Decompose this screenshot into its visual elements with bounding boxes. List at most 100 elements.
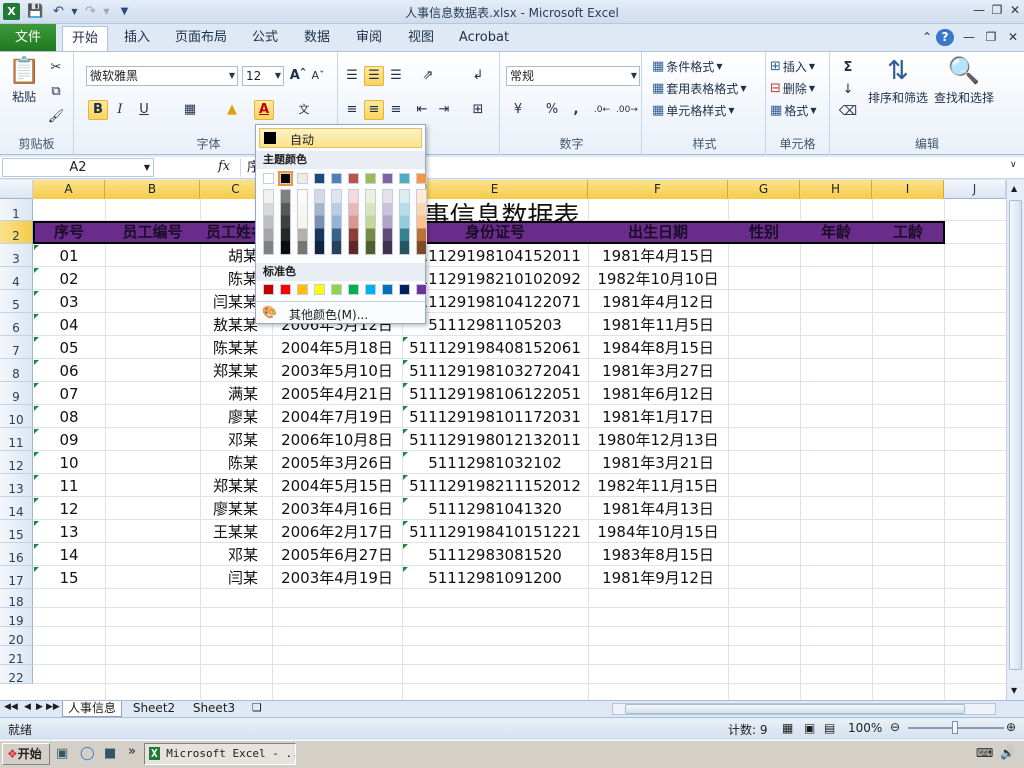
- page-layout-view-icon[interactable]: ▣: [804, 721, 815, 735]
- table-cell[interactable]: 04: [33, 313, 105, 336]
- increase-decimal-icon[interactable]: .0←: [592, 100, 612, 120]
- table-cell[interactable]: 邓某: [200, 543, 272, 566]
- table-cell[interactable]: [105, 497, 200, 520]
- cut-icon[interactable]: ✂: [46, 58, 66, 78]
- error-indicator-icon[interactable]: [34, 567, 39, 572]
- theme-color-swatch[interactable]: [399, 173, 410, 184]
- bold-icon[interactable]: B: [88, 100, 108, 120]
- copy-icon[interactable]: ⧉: [46, 82, 66, 102]
- close-icon[interactable]: ✕: [1006, 2, 1024, 19]
- workbook-minimize-icon[interactable]: —: [960, 29, 978, 46]
- row-header-11[interactable]: 11: [0, 428, 33, 451]
- table-cell[interactable]: 2003年5月10日: [272, 359, 402, 382]
- align-top-icon[interactable]: ☰: [342, 66, 362, 86]
- name-box[interactable]: A2 ▼: [2, 158, 154, 177]
- table-cell[interactable]: 511129198408152061: [402, 336, 588, 359]
- delete-cells-button[interactable]: ⊟ 删除 ▼: [770, 80, 815, 97]
- theme-shade-swatches[interactable]: [331, 189, 342, 255]
- error-indicator-icon[interactable]: [34, 291, 39, 296]
- table-cell[interactable]: 1983年8月15日: [588, 543, 728, 566]
- error-indicator-icon[interactable]: [34, 452, 39, 457]
- standard-color-swatch[interactable]: [263, 284, 274, 295]
- column-header-f[interactable]: F: [588, 180, 728, 199]
- row-header-17[interactable]: 17: [0, 566, 33, 589]
- next-sheet-icon[interactable]: ▶: [36, 702, 43, 712]
- table-cell[interactable]: 1982年10月10日: [588, 267, 728, 290]
- header-cell[interactable]: 序号: [33, 221, 105, 244]
- table-cell[interactable]: [105, 451, 200, 474]
- theme-color-swatch[interactable]: [314, 173, 325, 184]
- error-indicator-icon[interactable]: [34, 268, 39, 273]
- minimize-ribbon-icon[interactable]: ⌃: [918, 29, 936, 46]
- align-middle-icon[interactable]: ☰: [364, 66, 384, 86]
- tab-formulas[interactable]: 公式: [244, 24, 286, 51]
- table-cell[interactable]: 1981年4月13日: [588, 497, 728, 520]
- table-cell[interactable]: 51112981091200: [402, 566, 588, 589]
- start-button[interactable]: ❖开始: [2, 743, 50, 765]
- table-cell[interactable]: 15: [33, 566, 105, 589]
- theme-color-swatch[interactable]: [297, 173, 308, 184]
- table-cell[interactable]: 10: [33, 451, 105, 474]
- table-cell[interactable]: 2006年2月17日: [272, 520, 402, 543]
- header-cell[interactable]: 出生日期: [588, 221, 728, 244]
- table-cell[interactable]: 51112981032102: [402, 451, 588, 474]
- standard-color-swatch[interactable]: [365, 284, 376, 295]
- table-cell[interactable]: [105, 474, 200, 497]
- standard-color-swatch[interactable]: [399, 284, 410, 295]
- restore-icon[interactable]: ❐: [988, 2, 1006, 19]
- row-header-15[interactable]: 15: [0, 520, 33, 543]
- theme-shade-swatches[interactable]: [348, 189, 359, 255]
- table-cell[interactable]: [105, 428, 200, 451]
- row-header-18[interactable]: 18: [0, 589, 33, 609]
- tab-page-layout[interactable]: 页面布局: [170, 24, 232, 51]
- table-cell[interactable]: 11: [33, 474, 105, 497]
- font-size-combo[interactable]: 12 ▼: [242, 66, 284, 86]
- table-cell[interactable]: 2006年10月8日: [272, 428, 402, 451]
- insert-sheet-icon[interactable]: ❏: [252, 701, 262, 714]
- row-header-21[interactable]: 21: [0, 646, 33, 666]
- column-header-e[interactable]: E: [402, 180, 588, 199]
- theme-shade-swatches[interactable]: [416, 189, 427, 255]
- scroll-up-icon[interactable]: ▲: [1011, 184, 1017, 193]
- workbook-close-icon[interactable]: ✕: [1004, 29, 1022, 46]
- standard-color-swatch[interactable]: [416, 284, 427, 295]
- table-cell[interactable]: 1981年4月12日: [588, 290, 728, 313]
- row-header-1[interactable]: 1: [0, 199, 33, 221]
- clear-icon[interactable]: ⌫: [838, 102, 858, 122]
- error-indicator-icon[interactable]: [403, 360, 408, 365]
- worksheet-grid[interactable]: ABCDEFGHIJ 12345678910111213141516171819…: [0, 180, 1006, 700]
- page-break-view-icon[interactable]: ▤: [824, 721, 835, 735]
- column-header-h[interactable]: H: [800, 180, 872, 199]
- autosum-icon[interactable]: Σ: [838, 58, 858, 78]
- table-cell[interactable]: 511129198211152012: [402, 474, 588, 497]
- italic-icon[interactable]: I: [110, 100, 130, 120]
- column-header-a[interactable]: A: [33, 180, 105, 199]
- sheet-tab-3[interactable]: Sheet3: [186, 701, 242, 717]
- table-cell[interactable]: 1981年4月15日: [588, 244, 728, 267]
- standard-color-swatch[interactable]: [331, 284, 342, 295]
- table-cell[interactable]: 1984年10月15日: [588, 520, 728, 543]
- theme-shade-swatches[interactable]: [280, 189, 291, 255]
- table-cell[interactable]: 1984年8月15日: [588, 336, 728, 359]
- table-cell[interactable]: 2005年6月27日: [272, 543, 402, 566]
- font-color-icon[interactable]: A: [254, 100, 274, 120]
- table-cell[interactable]: [105, 520, 200, 543]
- error-indicator-icon[interactable]: [34, 521, 39, 526]
- header-cell[interactable]: 工龄: [872, 221, 944, 244]
- table-cell[interactable]: 51112981105203: [402, 313, 588, 336]
- horizontal-scrollbar[interactable]: [612, 703, 996, 715]
- tab-data[interactable]: 数据: [296, 24, 338, 51]
- table-cell[interactable]: [105, 244, 200, 267]
- zoom-out-icon[interactable]: ⊖: [890, 720, 900, 734]
- more-colors-option[interactable]: 🎨 其他颜色(M)...: [259, 304, 422, 323]
- error-indicator-icon[interactable]: [34, 383, 39, 388]
- column-header-j[interactable]: J: [944, 180, 1006, 199]
- theme-color-swatch[interactable]: [382, 173, 393, 184]
- table-cell[interactable]: 08: [33, 405, 105, 428]
- fill-color-icon[interactable]: ▲: [222, 100, 242, 120]
- row-header-10[interactable]: 10: [0, 405, 33, 428]
- table-cell[interactable]: 2004年5月18日: [272, 336, 402, 359]
- table-cell[interactable]: 51112981041320: [402, 497, 588, 520]
- align-center-icon[interactable]: ≡: [364, 100, 384, 120]
- error-indicator-icon[interactable]: [403, 452, 408, 457]
